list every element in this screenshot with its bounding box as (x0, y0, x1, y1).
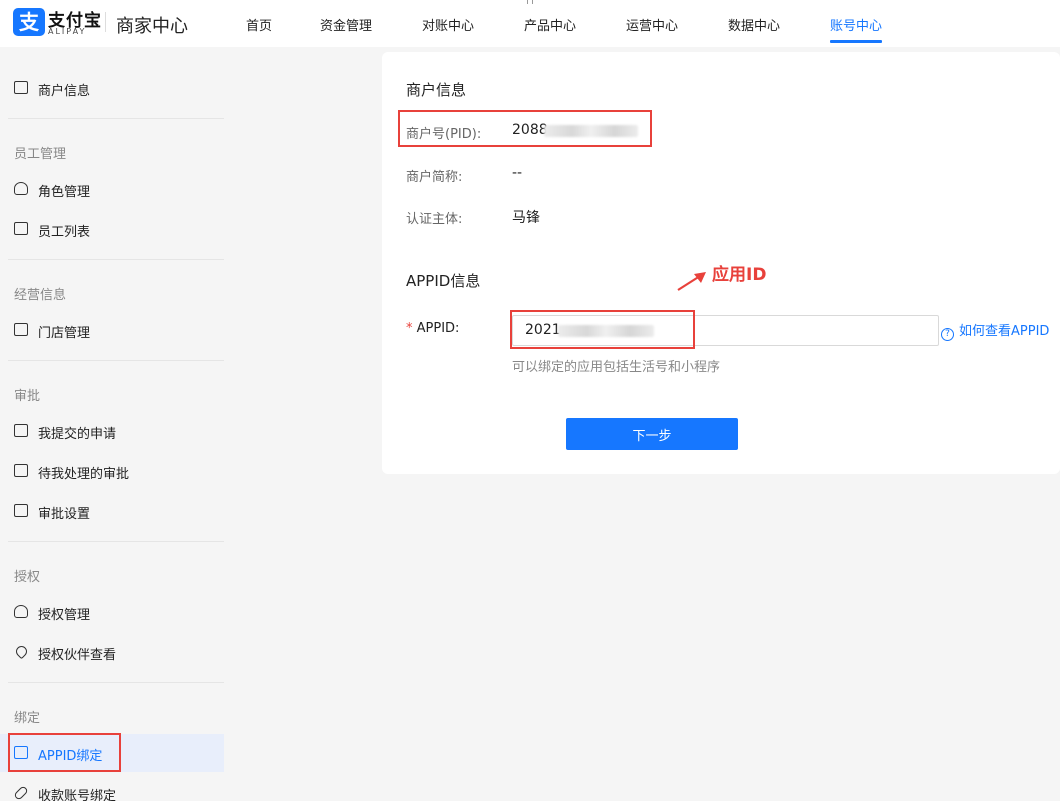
sidebar-divider (8, 682, 224, 683)
sidebar-group-binding: 绑定 (14, 711, 41, 726)
link-icon (13, 785, 29, 801)
list-icon (14, 222, 28, 235)
annotation-text: 应用ID (712, 265, 767, 285)
sidebar-divider (8, 118, 224, 119)
nav-active-underline (830, 40, 882, 43)
nav-item-operations[interactable]: 运营中心 (626, 15, 678, 34)
appid-label: * APPID: (406, 321, 459, 336)
next-step-button[interactable]: 下一步 (566, 418, 738, 450)
merchant-info-title: 商户信息 (406, 81, 467, 99)
nav-item-products[interactable]: 产品中心 (524, 15, 576, 34)
sidebar-item-approval-settings[interactable]: 审批设置 (0, 492, 224, 530)
sidebar-group-business: 经营信息 (14, 288, 67, 303)
brand-name-en: ALIPAY (48, 27, 87, 36)
short-name-label: 商户简称: (406, 170, 463, 185)
logo-divider (105, 12, 106, 32)
sidebar-item-my-requests[interactable]: 我提交的申请 (0, 412, 224, 450)
alipay-logo-icon[interactable]: 支 (13, 8, 45, 36)
sidebar-item-account-binding[interactable]: 收款账号绑定 (0, 774, 224, 801)
appid-label-text: APPID: (416, 321, 460, 336)
annotation-arrow-icon (677, 272, 706, 291)
appid-info-title: APPID信息 (406, 272, 481, 290)
sidebar-divider (8, 259, 224, 260)
user-icon (14, 182, 28, 195)
sidebar-item-auth-management[interactable]: 授权管理 (0, 593, 224, 631)
heart-icon (13, 643, 30, 660)
lock-icon (14, 746, 28, 759)
sidebar: 商户信息 员工管理 角色管理 员工列表 经营信息 门店管理 审批 我提交的申请 … (0, 47, 224, 801)
sidebar-group-auth: 授权 (14, 570, 41, 585)
store-icon (14, 323, 28, 336)
pid-value: 2088 (512, 122, 548, 138)
calendar-check-icon (14, 424, 28, 437)
sidebar-item-stores[interactable]: 门店管理 (0, 311, 224, 349)
sidebar-item-auth-partners[interactable]: 授权伙伴查看 (0, 633, 224, 671)
pending-icon (14, 464, 28, 477)
entity-label: 认证主体: (406, 212, 463, 227)
sidebar-group-approval: 审批 (14, 389, 41, 404)
question-icon: ? (941, 328, 954, 341)
nav-item-account[interactable]: 账号中心 (830, 15, 882, 34)
entity-value: 马锋 (512, 210, 540, 226)
user-icon (14, 605, 28, 618)
how-to-view-appid-link[interactable]: ? 如何查看APPID (941, 320, 1049, 341)
site-title: 商家中心 (116, 16, 188, 37)
sidebar-item-merchant-info[interactable]: 商户信息 (0, 69, 224, 107)
nav-item-home[interactable]: 首页 (246, 15, 272, 34)
nav-item-funds[interactable]: 资金管理 (320, 15, 372, 34)
id-card-icon (14, 81, 28, 94)
short-name-value: -- (512, 165, 523, 181)
settings-icon (14, 504, 28, 517)
sidebar-divider (8, 541, 224, 542)
sidebar-item-roles[interactable]: 角色管理 (0, 170, 224, 208)
top-caret-icon (527, 0, 533, 4)
sidebar-item-staff-list[interactable]: 员工列表 (0, 210, 224, 248)
sidebar-item-pending-approvals[interactable]: 待我处理的审批 (0, 452, 224, 490)
appid-hint: 可以绑定的应用包括生活号和小程序 (512, 360, 721, 375)
sidebar-divider (8, 360, 224, 361)
pid-label: 商户号(PID): (406, 127, 482, 142)
required-mark: * (406, 321, 413, 336)
appid-redaction (558, 325, 654, 337)
sidebar-item-appid-binding[interactable]: APPID绑定 (0, 734, 224, 772)
nav-item-data[interactable]: 数据中心 (728, 15, 780, 34)
sidebar-group-staff: 员工管理 (14, 147, 67, 162)
top-header: 支 支付宝 ALIPAY 商家中心 首页 资金管理 对账中心 产品中心 运营中心… (0, 0, 1060, 47)
pid-redaction (544, 125, 638, 137)
nav-item-reconcile[interactable]: 对账中心 (422, 15, 474, 34)
